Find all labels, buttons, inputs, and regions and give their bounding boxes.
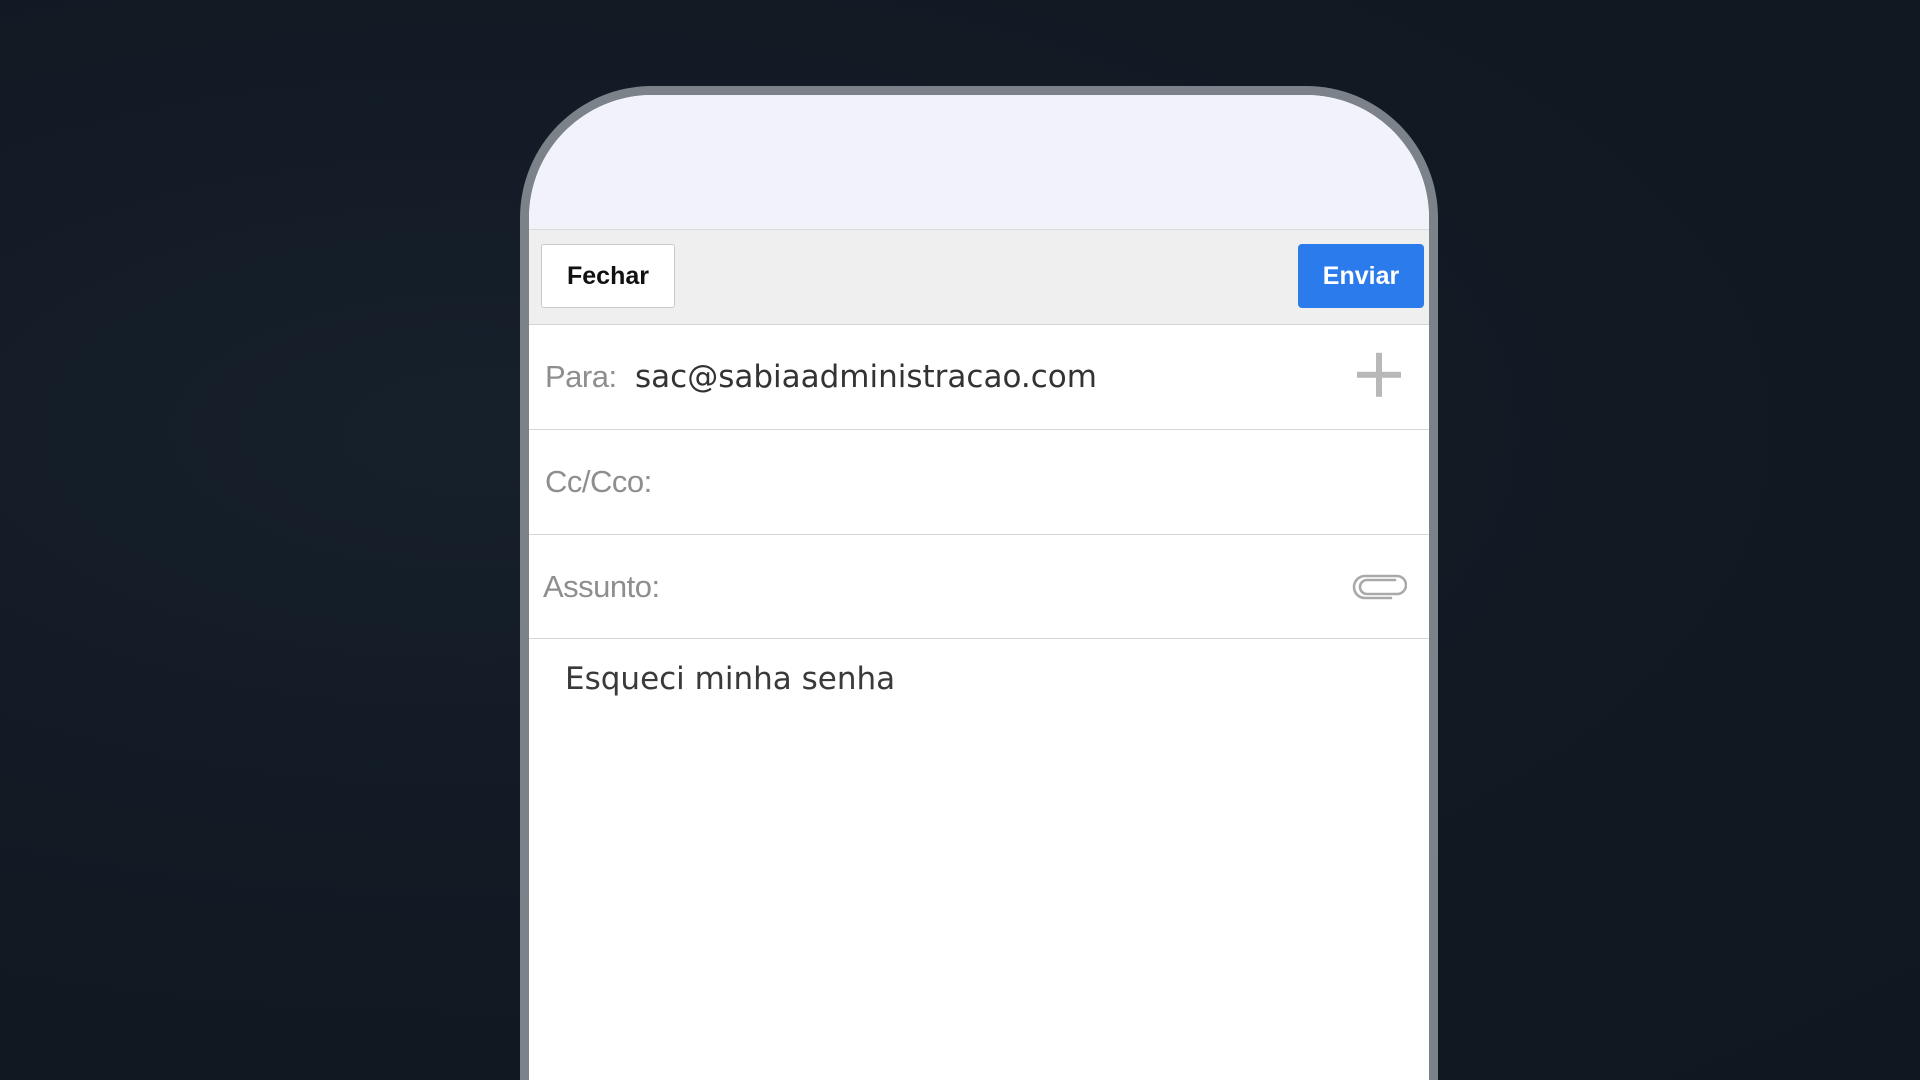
subject-label: Assunto: <box>543 568 660 604</box>
message-body-text: Esqueci minha senha <box>565 661 896 697</box>
cc-bcc-field[interactable]: Cc/Cco: <box>529 430 1429 535</box>
subject-field[interactable]: Assunto: <box>529 535 1429 639</box>
to-field[interactable]: Para: sac@sabiaadministracao.com <box>529 325 1429 430</box>
paperclip-icon[interactable] <box>1351 571 1407 603</box>
to-label: Para: <box>545 359 617 394</box>
send-button[interactable]: Enviar <box>1298 244 1424 308</box>
phone-frame: Fechar Enviar Para: sac@sabiaadministrac… <box>520 86 1438 1080</box>
background: Fechar Enviar Para: sac@sabiaadministrac… <box>0 0 1920 1080</box>
compose-toolbar: Fechar Enviar <box>529 229 1429 325</box>
to-recipient[interactable]: sac@sabiaadministracao.com <box>635 359 1097 395</box>
message-body[interactable]: Esqueci minha senha <box>529 639 1429 1080</box>
cc-bcc-label: Cc/Cco: <box>545 464 652 499</box>
status-bar-area <box>529 95 1429 229</box>
plus-icon[interactable] <box>1357 352 1401 397</box>
close-button[interactable]: Fechar <box>541 244 675 308</box>
